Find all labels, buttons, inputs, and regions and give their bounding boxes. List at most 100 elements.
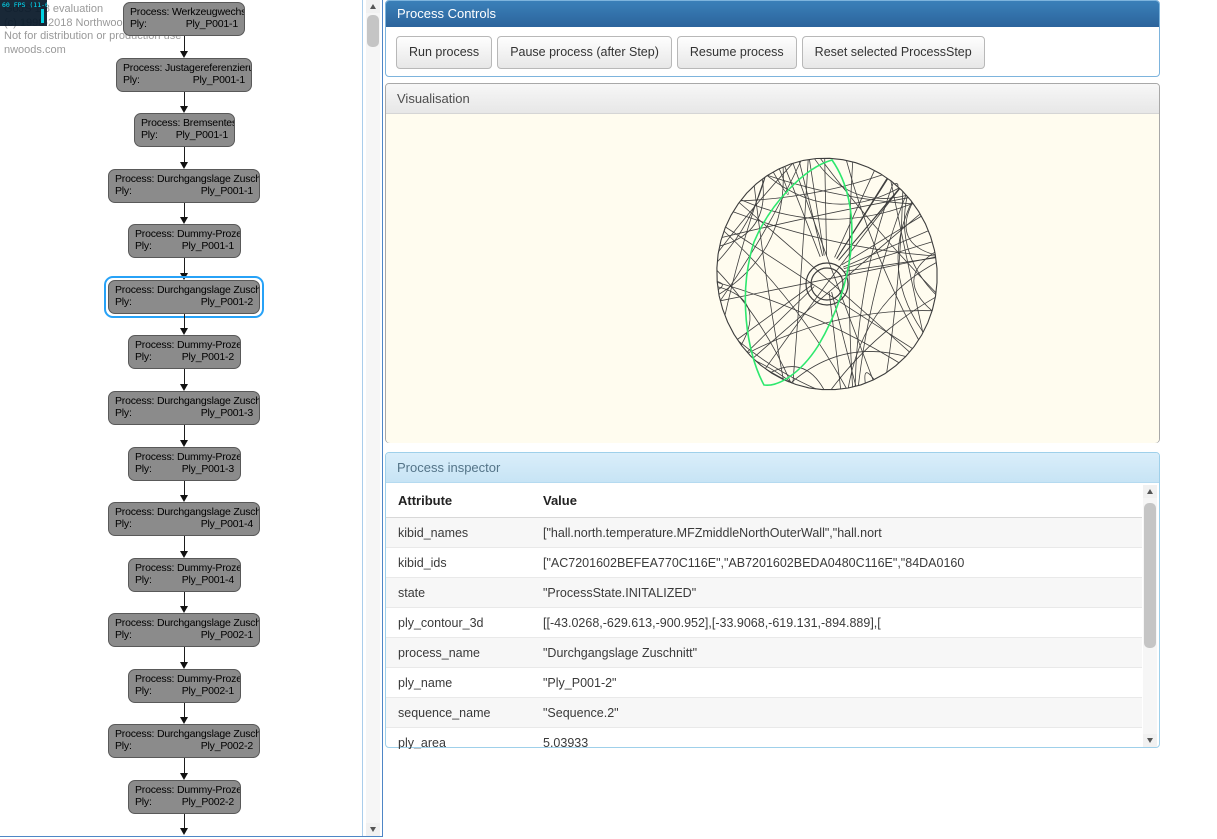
process-node[interactable]: Process: JustagereferenzierungPly:Ply_P0…: [116, 58, 252, 92]
flow-arrowhead-icon: [180, 717, 188, 724]
process-node[interactable]: Process: Durchgangslage ZuschnittPly:Ply…: [108, 391, 260, 425]
flow-arrowhead-icon: [180, 495, 188, 502]
table-header: Attribute Value: [386, 483, 1142, 518]
process-node[interactable]: Process: Dummy-ProzessPly:Ply_P001-2: [128, 335, 241, 369]
node-process-label: Process: Durchgangslage Zuschnitt: [115, 284, 253, 296]
fps-bar-icon: [41, 9, 44, 23]
inspector-scrollbar-thumb[interactable]: [1144, 503, 1156, 648]
node-process-label: Process: Durchgangslage Zuschnitt: [115, 728, 253, 740]
attribute-table: Attribute Value kibid_names["hall.north.…: [386, 483, 1142, 749]
diagram-edge: [362, 0, 363, 836]
flow-link: [184, 481, 185, 495]
node-ply-value: Ply_P002-2: [201, 740, 253, 752]
attribute-cell: ply_name: [398, 676, 543, 690]
node-ply-label: Ply:: [130, 18, 147, 30]
flow-arrowhead-icon: [180, 162, 188, 169]
process-node[interactable]: Process: Dummy-ProzessPly:Ply_P002-1: [128, 669, 241, 703]
table-row[interactable]: state"ProcessState.INITALIZED": [386, 578, 1142, 608]
node-ply-label: Ply:: [135, 463, 152, 475]
scroll-up-icon[interactable]: [366, 0, 380, 13]
node-process-label: Process: Werkzeugwechsel: [130, 6, 238, 18]
node-ply-value: Ply_P001-1: [193, 74, 245, 86]
node-process-label: Process: Durchgangslage Zuschnitt: [115, 617, 253, 629]
process-controls-header: Process Controls: [386, 1, 1159, 27]
fps-label: 60 FPS (11-60): [2, 1, 47, 9]
flow-link: [184, 592, 185, 606]
scroll-down-icon[interactable]: [1143, 734, 1157, 747]
table-row[interactable]: process_name"Durchgangslage Zuschnitt": [386, 638, 1142, 668]
value-cell: ["hall.north.temperature.MFZmiddleNorthO…: [543, 526, 1142, 540]
node-ply-label: Ply:: [115, 185, 132, 197]
pause-process-after-step-button[interactable]: Pause process (after Step): [497, 36, 672, 69]
table-row[interactable]: kibid_names["hall.north.temperature.MFZm…: [386, 518, 1142, 548]
node-ply-value: Ply_P001-1: [182, 240, 234, 252]
node-ply-value: Ply_P001-3: [201, 407, 253, 419]
node-process-label: Process: Dummy-Prozess: [135, 451, 234, 463]
reset-selected-processstep-button[interactable]: Reset selected ProcessStep: [802, 36, 985, 69]
node-ply-label: Ply:: [135, 351, 152, 363]
app-root: GoJS 1.8 evaluation (c) 1998-2018 Northw…: [0, 0, 1217, 839]
process-node[interactable]: Process: Durchgangslage ZuschnittPly:Ply…: [108, 169, 260, 203]
flow-link: [184, 425, 185, 440]
panel-title: Process Controls: [397, 6, 496, 21]
column-header-attribute: Attribute: [398, 493, 543, 508]
inspector-scrollbar[interactable]: [1143, 485, 1157, 747]
process-node[interactable]: Process: Durchgangslage ZuschnittPly: Ply…: [108, 724, 260, 758]
node-ply-value: Ply_P002-1: [201, 629, 253, 641]
process-inspector-body: Attribute Value kibid_names["hall.north.…: [386, 483, 1159, 749]
process-node[interactable]: Process: WerkzeugwechselPly:Ply_P001-1: [123, 2, 245, 36]
flow-link: [184, 203, 185, 217]
visualisation-canvas[interactable]: [386, 114, 1159, 443]
value-cell: "Ply_P001-2": [543, 676, 1142, 690]
value-cell: "Durchgangslage Zuschnitt": [543, 646, 1142, 660]
table-row[interactable]: ply_contour_3d[[-43.0268,-629.613,-900.9…: [386, 608, 1142, 638]
table-row[interactable]: ply_area5.03933: [386, 728, 1142, 749]
diagram-scrollbar[interactable]: [366, 0, 380, 836]
run-process-button[interactable]: Run process: [396, 36, 492, 69]
flow-link: [184, 703, 185, 717]
node-process-label: Process: Dummy-Prozess: [135, 339, 234, 351]
scroll-down-icon[interactable]: [366, 823, 380, 836]
diagram-scrollbar-thumb[interactable]: [367, 15, 379, 47]
flow-arrowhead-icon: [180, 106, 188, 113]
process-node[interactable]: Process: Dummy-ProzessPly: Ply_P001-4: [128, 558, 241, 592]
value-cell: "ProcessState.INITALIZED": [543, 586, 1142, 600]
node-ply-label: Ply:: [135, 574, 152, 586]
node-process-label: Process: Dummy-Prozess: [135, 562, 234, 574]
flow-link: [184, 758, 185, 773]
node-ply-value: Ply_P001-4: [201, 518, 253, 530]
process-flow-panel: GoJS 1.8 evaluation (c) 1998-2018 Northw…: [0, 0, 383, 837]
process-node[interactable]: Process: BremsentestPly:Ply_P001-1: [134, 113, 235, 147]
node-ply-label: Ply:: [115, 740, 132, 752]
value-cell: [[-43.0268,-629.613,-900.952],[-33.9068,…: [543, 616, 1142, 630]
process-node[interactable]: Process: Dummy-ProzessPly:Ply_P002-2: [128, 780, 241, 814]
table-row[interactable]: ply_name"Ply_P001-2": [386, 668, 1142, 698]
value-cell: "Sequence.2": [543, 706, 1142, 720]
node-ply-value: Ply_P001-4: [182, 574, 234, 586]
table-row[interactable]: kibid_ids["AC7201602BEFEA770C116E","AB72…: [386, 548, 1142, 578]
flow-link: [184, 258, 185, 273]
process-flow-diagram[interactable]: Process: WerkzeugwechselPly:Ply_P001-1Pr…: [0, 0, 362, 836]
resume-process-button[interactable]: Resume process: [677, 36, 797, 69]
attribute-cell: state: [398, 586, 543, 600]
process-node[interactable]: Process: Dummy-ProzessPly:Ply_P001-1: [128, 224, 241, 258]
attribute-cell: ply_area: [398, 736, 543, 750]
process-node[interactable]: Process: Durchgangslage ZuschnittPly:Ply…: [108, 280, 260, 314]
table-row[interactable]: sequence_name"Sequence.2": [386, 698, 1142, 728]
node-ply-label: Ply:: [135, 685, 152, 697]
visualisation-header: Visualisation: [386, 84, 1159, 114]
scroll-up-icon[interactable]: [1143, 485, 1157, 498]
process-node[interactable]: Process: Durchgangslage ZuschnittPly:Ply…: [108, 502, 260, 536]
node-process-label: Process: Durchgangslage Zuschnitt: [115, 506, 253, 518]
process-controls-body: Run processPause process (after Step)Res…: [386, 27, 1159, 78]
flow-arrowhead-icon: [180, 217, 188, 224]
attribute-cell: kibid_names: [398, 526, 543, 540]
process-inspector-panel: Process inspector Attribute Value kibid_…: [385, 452, 1160, 748]
node-ply-label: Ply:: [135, 240, 152, 252]
process-controls-panel: Process Controls Run processPause proces…: [385, 0, 1160, 77]
process-node[interactable]: Process: Durchgangslage ZuschnittPly:Ply…: [108, 613, 260, 647]
node-ply-value: Ply_P001-3: [182, 463, 234, 475]
node-ply-value: Ply_P001-1: [176, 129, 228, 141]
process-node[interactable]: Process: Dummy-ProzessPly: Ply_P001-3: [128, 447, 241, 481]
node-ply-label: Ply:: [115, 296, 132, 308]
